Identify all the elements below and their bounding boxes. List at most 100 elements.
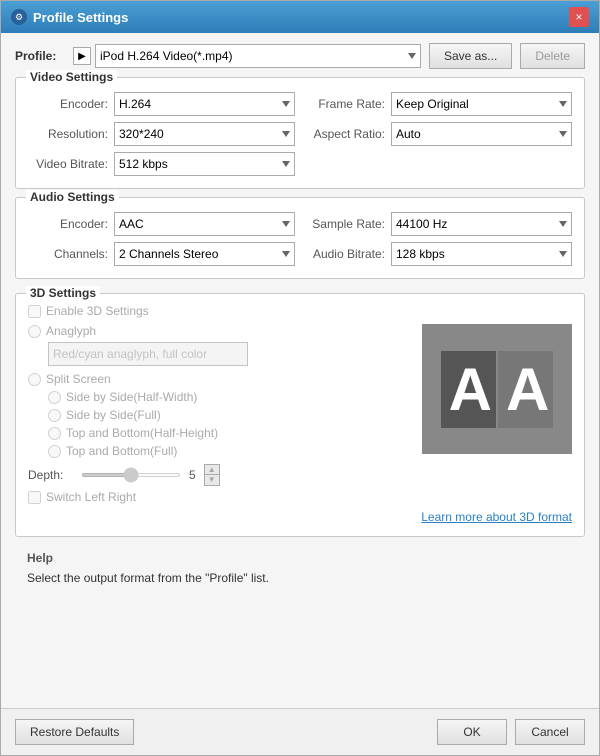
video-bitrate-row: Video Bitrate: 512 kbps bbox=[28, 152, 295, 176]
close-button[interactable]: × bbox=[569, 7, 589, 27]
settings-3d-title: 3D Settings bbox=[26, 286, 100, 300]
video-settings-title: Video Settings bbox=[26, 70, 117, 84]
audio-bitrate-select[interactable]: 128 kbps bbox=[391, 242, 572, 266]
options-col: Anaglyph Red/cyan anaglyph, full color S… bbox=[28, 324, 412, 504]
aspect-ratio-select[interactable]: Auto bbox=[391, 122, 572, 146]
anaglyph-row: Anaglyph bbox=[28, 324, 412, 338]
resolution-select[interactable]: 320*240 bbox=[114, 122, 295, 146]
sample-rate-row: Sample Rate: 44100 Hz bbox=[305, 212, 572, 236]
help-section: Help Select the output format from the "… bbox=[15, 545, 585, 595]
title-bar: ⚙ Profile Settings × bbox=[1, 1, 599, 33]
aspect-ratio-row: Aspect Ratio: Auto bbox=[305, 122, 572, 146]
channels-label: Channels: bbox=[28, 247, 108, 261]
frame-rate-select[interactable]: Keep Original bbox=[391, 92, 572, 116]
enable-3d-label: Enable 3D Settings bbox=[46, 304, 149, 318]
profile-label: Profile: bbox=[15, 49, 65, 63]
title-bar-left: ⚙ Profile Settings bbox=[11, 9, 128, 25]
split-screen-label: Split Screen bbox=[46, 372, 111, 386]
anaglyph-select[interactable]: Red/cyan anaglyph, full color bbox=[48, 342, 248, 366]
video-right-col: Frame Rate: Keep Original Aspect Ratio: … bbox=[305, 92, 572, 176]
side-by-side-half-label: Side by Side(Half-Width) bbox=[66, 390, 197, 404]
app-icon: ⚙ bbox=[11, 9, 27, 25]
sample-rate-select[interactable]: 44100 Hz bbox=[391, 212, 572, 236]
audio-right-col: Sample Rate: 44100 Hz Audio Bitrate: 128… bbox=[305, 212, 572, 266]
audio-encoder-select[interactable]: AAC bbox=[114, 212, 295, 236]
channels-select[interactable]: 2 Channels Stereo bbox=[114, 242, 295, 266]
switch-left-right-checkbox[interactable] bbox=[28, 491, 41, 504]
audio-bitrate-row: Audio Bitrate: 128 kbps bbox=[305, 242, 572, 266]
top-bottom-full-label: Top and Bottom(Full) bbox=[66, 444, 177, 458]
side-by-side-full-radio[interactable] bbox=[48, 409, 61, 422]
encoder-label: Encoder: bbox=[28, 97, 108, 111]
resolution-label: Resolution: bbox=[28, 127, 108, 141]
audio-settings-section: Audio Settings Encoder: AAC Channels: 2 … bbox=[15, 197, 585, 279]
video-settings-grid: Encoder: H.264 Resolution: 320*240 Video… bbox=[28, 92, 572, 176]
video-left-col: Encoder: H.264 Resolution: 320*240 Video… bbox=[28, 92, 295, 176]
depth-value: 5 bbox=[189, 468, 196, 482]
anaglyph-radio[interactable] bbox=[28, 325, 41, 338]
layout-3d: Anaglyph Red/cyan anaglyph, full color S… bbox=[28, 324, 572, 504]
cancel-button[interactable]: Cancel bbox=[515, 719, 585, 745]
video-bitrate-label: Video Bitrate: bbox=[28, 157, 108, 171]
encoder-row: Encoder: H.264 bbox=[28, 92, 295, 116]
video-bitrate-select[interactable]: 512 kbps bbox=[114, 152, 295, 176]
split-screen-radio[interactable] bbox=[28, 373, 41, 386]
profile-select-wrap: ▶ iPod H.264 Video(*.mp4) bbox=[73, 44, 421, 68]
side-by-side-full-label: Side by Side(Full) bbox=[66, 408, 161, 422]
enable-3d-checkbox[interactable] bbox=[28, 305, 41, 318]
sample-rate-label: Sample Rate: bbox=[305, 217, 385, 231]
audio-encoder-label: Encoder: bbox=[28, 217, 108, 231]
3d-preview-box: A A bbox=[422, 324, 572, 454]
frame-rate-label: Frame Rate: bbox=[305, 97, 385, 111]
save-as-button[interactable]: Save as... bbox=[429, 43, 512, 69]
video-settings-section: Video Settings Encoder: H.264 Resolution… bbox=[15, 77, 585, 189]
depth-increment-btn[interactable]: ▲ bbox=[205, 465, 219, 475]
encoder-select[interactable]: H.264 bbox=[114, 92, 295, 116]
side-by-side-full-row: Side by Side(Full) bbox=[48, 408, 412, 422]
depth-row: Depth: 5 ▲ ▼ bbox=[28, 464, 412, 486]
switch-left-right-label: Switch Left Right bbox=[46, 490, 136, 504]
delete-button[interactable]: Delete bbox=[520, 43, 585, 69]
learn-more-link[interactable]: Learn more about 3D format bbox=[421, 510, 572, 524]
profile-row: Profile: ▶ iPod H.264 Video(*.mp4) Save … bbox=[15, 43, 585, 69]
preview-letter-a1: A bbox=[441, 351, 496, 428]
frame-rate-row: Frame Rate: Keep Original bbox=[305, 92, 572, 116]
depth-decrement-btn[interactable]: ▼ bbox=[205, 475, 219, 485]
depth-spinner: ▲ ▼ bbox=[204, 464, 220, 486]
audio-bitrate-label: Audio Bitrate: bbox=[305, 247, 385, 261]
audio-left-col: Encoder: AAC Channels: 2 Channels Stereo bbox=[28, 212, 295, 266]
profile-settings-dialog: ⚙ Profile Settings × Profile: ▶ iPod H.2… bbox=[0, 0, 600, 756]
split-screen-row: Split Screen bbox=[28, 372, 412, 386]
switch-left-right-row: Switch Left Right bbox=[28, 490, 412, 504]
footer-right: OK Cancel bbox=[437, 719, 585, 745]
anaglyph-label: Anaglyph bbox=[46, 324, 96, 338]
help-text: Select the output format from the "Profi… bbox=[27, 569, 573, 587]
profile-select[interactable]: iPod H.264 Video(*.mp4) bbox=[95, 44, 421, 68]
side-by-side-half-row: Side by Side(Half-Width) bbox=[48, 390, 412, 404]
resolution-row: Resolution: 320*240 bbox=[28, 122, 295, 146]
audio-encoder-row: Encoder: AAC bbox=[28, 212, 295, 236]
ok-button[interactable]: OK bbox=[437, 719, 507, 745]
audio-settings-title: Audio Settings bbox=[26, 190, 119, 204]
dialog-title: Profile Settings bbox=[33, 10, 128, 25]
learn-more-row: Learn more about 3D format bbox=[28, 510, 572, 524]
preview-letter-a2: A bbox=[498, 351, 553, 428]
top-bottom-half-label: Top and Bottom(Half-Height) bbox=[66, 426, 218, 440]
audio-settings-grid: Encoder: AAC Channels: 2 Channels Stereo bbox=[28, 212, 572, 266]
restore-defaults-button[interactable]: Restore Defaults bbox=[15, 719, 134, 745]
depth-label: Depth: bbox=[28, 468, 73, 482]
top-bottom-full-radio[interactable] bbox=[48, 445, 61, 458]
channels-row: Channels: 2 Channels Stereo bbox=[28, 242, 295, 266]
main-content: Profile: ▶ iPod H.264 Video(*.mp4) Save … bbox=[1, 33, 599, 708]
top-bottom-half-row: Top and Bottom(Half-Height) bbox=[48, 426, 412, 440]
footer: Restore Defaults OK Cancel bbox=[1, 708, 599, 755]
settings-3d-section: 3D Settings Enable 3D Settings Anaglyph … bbox=[15, 293, 585, 537]
profile-icon-btn[interactable]: ▶ bbox=[73, 47, 91, 65]
side-by-side-half-radio[interactable] bbox=[48, 391, 61, 404]
aspect-ratio-label: Aspect Ratio: bbox=[305, 127, 385, 141]
3d-preview-aa: A A bbox=[441, 351, 554, 428]
top-bottom-full-row: Top and Bottom(Full) bbox=[48, 444, 412, 458]
help-title: Help bbox=[27, 551, 573, 565]
depth-slider[interactable] bbox=[81, 473, 181, 477]
top-bottom-half-radio[interactable] bbox=[48, 427, 61, 440]
